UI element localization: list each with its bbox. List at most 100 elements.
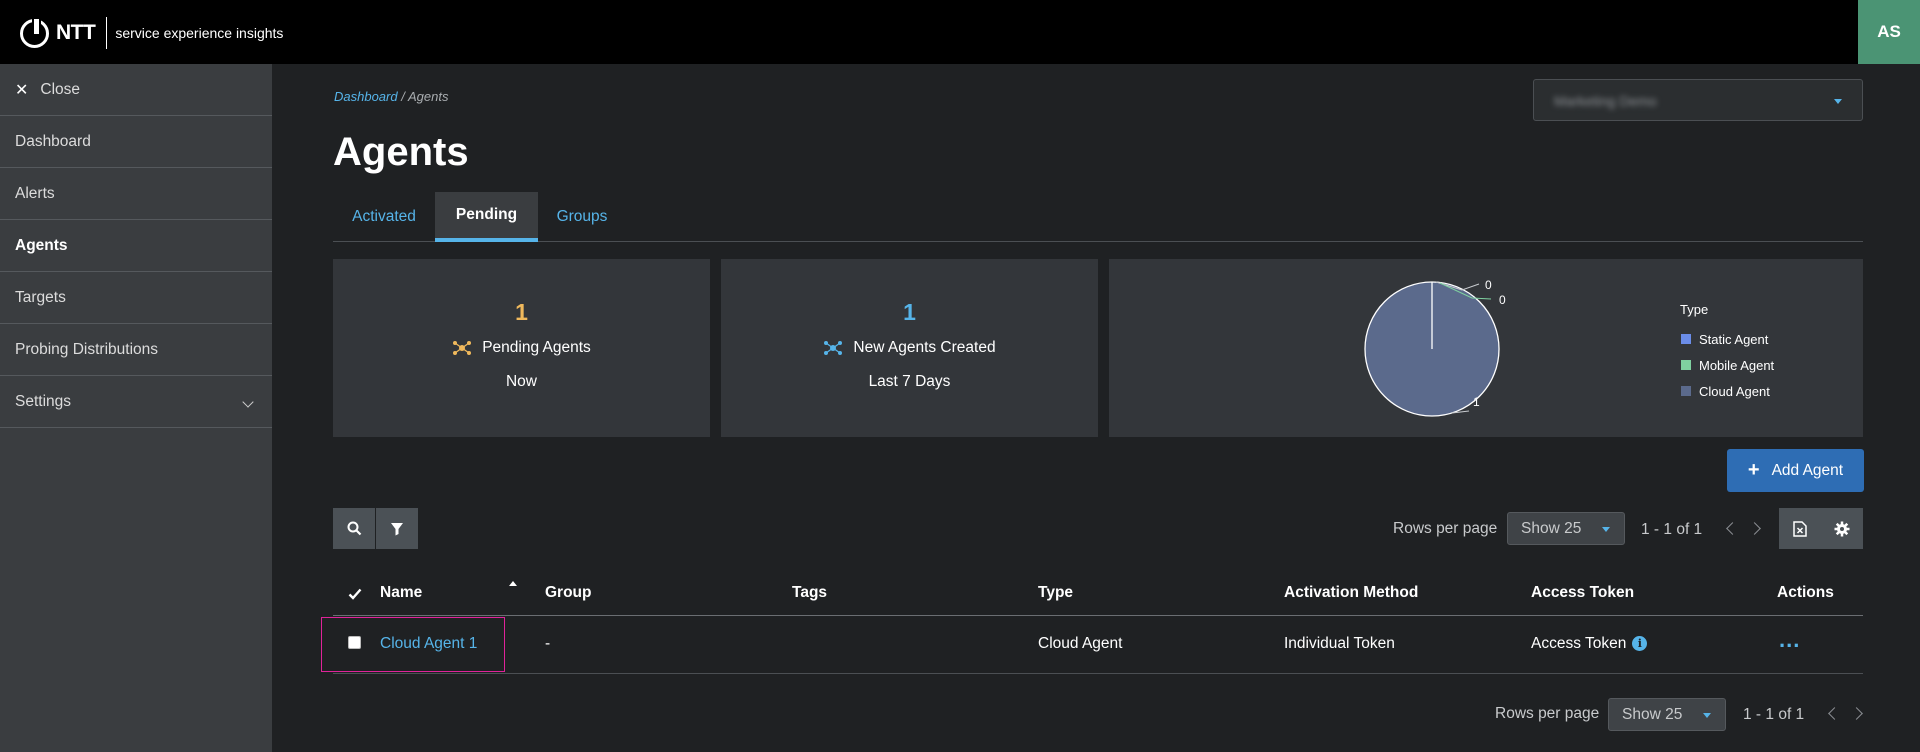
row-checkbox[interactable] [348, 636, 361, 649]
column-header-actions: Actions [1777, 584, 1834, 601]
table-settings-button[interactable] [1821, 508, 1863, 549]
sort-ascending-icon[interactable] [509, 581, 517, 586]
pending-agents-label-row: Pending Agents [333, 339, 710, 357]
column-header-group[interactable]: Group [545, 584, 592, 602]
rows-per-page-label: Rows per page [1393, 520, 1498, 537]
table-row: Cloud Agent 1 - Cloud Agent Individual T… [333, 617, 1863, 674]
agent-activation-method: Individual Token [1284, 635, 1395, 652]
search-icon [347, 521, 361, 536]
sidebar-item-agents[interactable]: Agents [0, 220, 272, 272]
plus-icon: + [1747, 459, 1760, 481]
column-header-activation-method[interactable]: Activation Method [1284, 584, 1418, 602]
previous-page-icon[interactable] [1828, 707, 1841, 720]
pagination-range-bottom: 1 - 1 of 1 [1743, 706, 1805, 723]
legend-label: Mobile Agent [1699, 357, 1775, 373]
user-avatar[interactable]: AS [1858, 0, 1920, 64]
caret-down-icon [1834, 99, 1842, 104]
pie-data-label: 0 [1499, 293, 1506, 307]
sidebar-item-label: Settings [15, 392, 72, 410]
legend-swatch [1681, 360, 1691, 370]
excel-export-icon [1793, 520, 1807, 537]
top-bar: NTT service experience insights AS [0, 0, 1920, 64]
logo-divider [106, 17, 108, 49]
gear-icon [1834, 521, 1850, 536]
search-button[interactable] [333, 508, 375, 549]
tab-activated[interactable]: Activated [333, 192, 435, 242]
breadcrumb: Dashboard / Agents [334, 89, 448, 104]
breadcrumb-dashboard-link[interactable]: Dashboard [334, 89, 398, 104]
pie-data-label: 0 [1485, 278, 1492, 292]
breadcrumb-separator: / [401, 89, 405, 104]
organization-select-value: Marketing Demo [1554, 93, 1657, 109]
new-agents-card: 1 New Agents Created Last 7 Days [721, 259, 1098, 437]
sidebar-item-settings[interactable]: Settings [0, 376, 272, 428]
sidebar: ✕ Close Dashboard Alerts Agents Targets … [0, 64, 272, 752]
pending-agents-period: Now [505, 373, 537, 390]
pagination-range: 1 - 1 of 1 [1641, 521, 1703, 538]
column-header-name[interactable]: Name [380, 584, 422, 602]
column-header-type[interactable]: Type [1038, 584, 1073, 602]
sidebar-item-probing-distributions[interactable]: Probing Distributions [0, 324, 272, 376]
sidebar-item-alerts[interactable]: Alerts [0, 168, 272, 220]
organization-select[interactable]: Marketing Demo [1533, 79, 1863, 121]
row-actions-menu-icon[interactable]: ... [1779, 629, 1800, 651]
legend-label: Static Agent [1699, 331, 1769, 347]
agents-network-icon [824, 341, 843, 355]
add-agent-button[interactable]: + Add Agent [1727, 449, 1864, 492]
pending-agents-count: 1 [515, 299, 528, 325]
sidebar-item-label: Probing Distributions [15, 340, 159, 358]
rows-per-page-label-bottom: Rows per page [1495, 705, 1600, 722]
pending-agents-card: 1 Pending Agents Now [333, 259, 710, 437]
pending-agents-label: Pending Agents [482, 339, 591, 356]
new-agents-count: 1 [903, 299, 916, 325]
access-token-label: Access Token [1531, 635, 1627, 652]
sidebar-item-dashboard[interactable]: Dashboard [0, 116, 272, 168]
legend-title: Type [1680, 302, 1709, 317]
legend-item-cloud[interactable]: Cloud Agent [1680, 378, 1774, 404]
legend-item-static[interactable]: Static Agent [1680, 326, 1774, 352]
chevron-down-icon [242, 396, 254, 408]
filter-icon [391, 522, 403, 535]
sidebar-item-label: Dashboard [15, 132, 91, 150]
agent-access-token: Access Token i [1531, 635, 1648, 653]
new-agents-label-row: New Agents Created [721, 339, 1098, 357]
next-page-icon[interactable] [1748, 522, 1761, 535]
column-header-tags[interactable]: Tags [792, 584, 827, 602]
agent-type: Cloud Agent [1038, 635, 1123, 652]
tab-pending[interactable]: Pending [435, 192, 538, 242]
caret-down-icon [1602, 527, 1610, 532]
add-agent-label: Add Agent [1771, 461, 1844, 479]
filter-button[interactable] [376, 508, 418, 549]
agent-name-link[interactable]: Cloud Agent 1 [380, 635, 477, 653]
info-icon[interactable]: i [1632, 636, 1648, 652]
next-page-icon[interactable] [1850, 707, 1863, 720]
close-icon: ✕ [15, 81, 29, 99]
brand-name: NTT [56, 21, 96, 44]
chart-legend: Type Static Agent Mobile Agent Cloud Age… [1680, 302, 1774, 404]
select-all-check-icon[interactable] [348, 588, 362, 600]
tab-groups[interactable]: Groups [538, 192, 626, 242]
caret-down-icon [1703, 713, 1711, 718]
sidebar-close[interactable]: ✕ Close [0, 64, 272, 116]
column-header-access-token[interactable]: Access Token [1531, 584, 1634, 602]
page-title: Agents [333, 130, 469, 174]
export-excel-button[interactable] [1779, 508, 1821, 549]
breadcrumb-current: Agents [408, 89, 449, 104]
rows-per-page-value: Show 25 [1521, 519, 1582, 537]
brand-tagline: service experience insights [115, 25, 284, 41]
legend-swatch [1681, 334, 1691, 344]
sidebar-item-label: Alerts [15, 184, 55, 202]
rows-per-page-select-bottom[interactable]: Show 25 [1608, 698, 1726, 731]
sidebar-item-label: Targets [15, 288, 66, 306]
legend-item-mobile[interactable]: Mobile Agent [1680, 352, 1774, 378]
legend-label: Cloud Agent [1699, 383, 1770, 399]
sidebar-item-targets[interactable]: Targets [0, 272, 272, 324]
rows-per-page-value: Show 25 [1622, 705, 1683, 723]
agents-network-icon [453, 341, 472, 355]
previous-page-icon[interactable] [1726, 522, 1739, 535]
pie-data-label: 1 [1473, 395, 1480, 409]
legend-swatch [1681, 386, 1691, 396]
rows-per-page-select[interactable]: Show 25 [1507, 512, 1625, 545]
new-agents-period: Last 7 Days [868, 373, 951, 390]
ntt-logo[interactable]: NTT service experience insights [20, 17, 283, 49]
